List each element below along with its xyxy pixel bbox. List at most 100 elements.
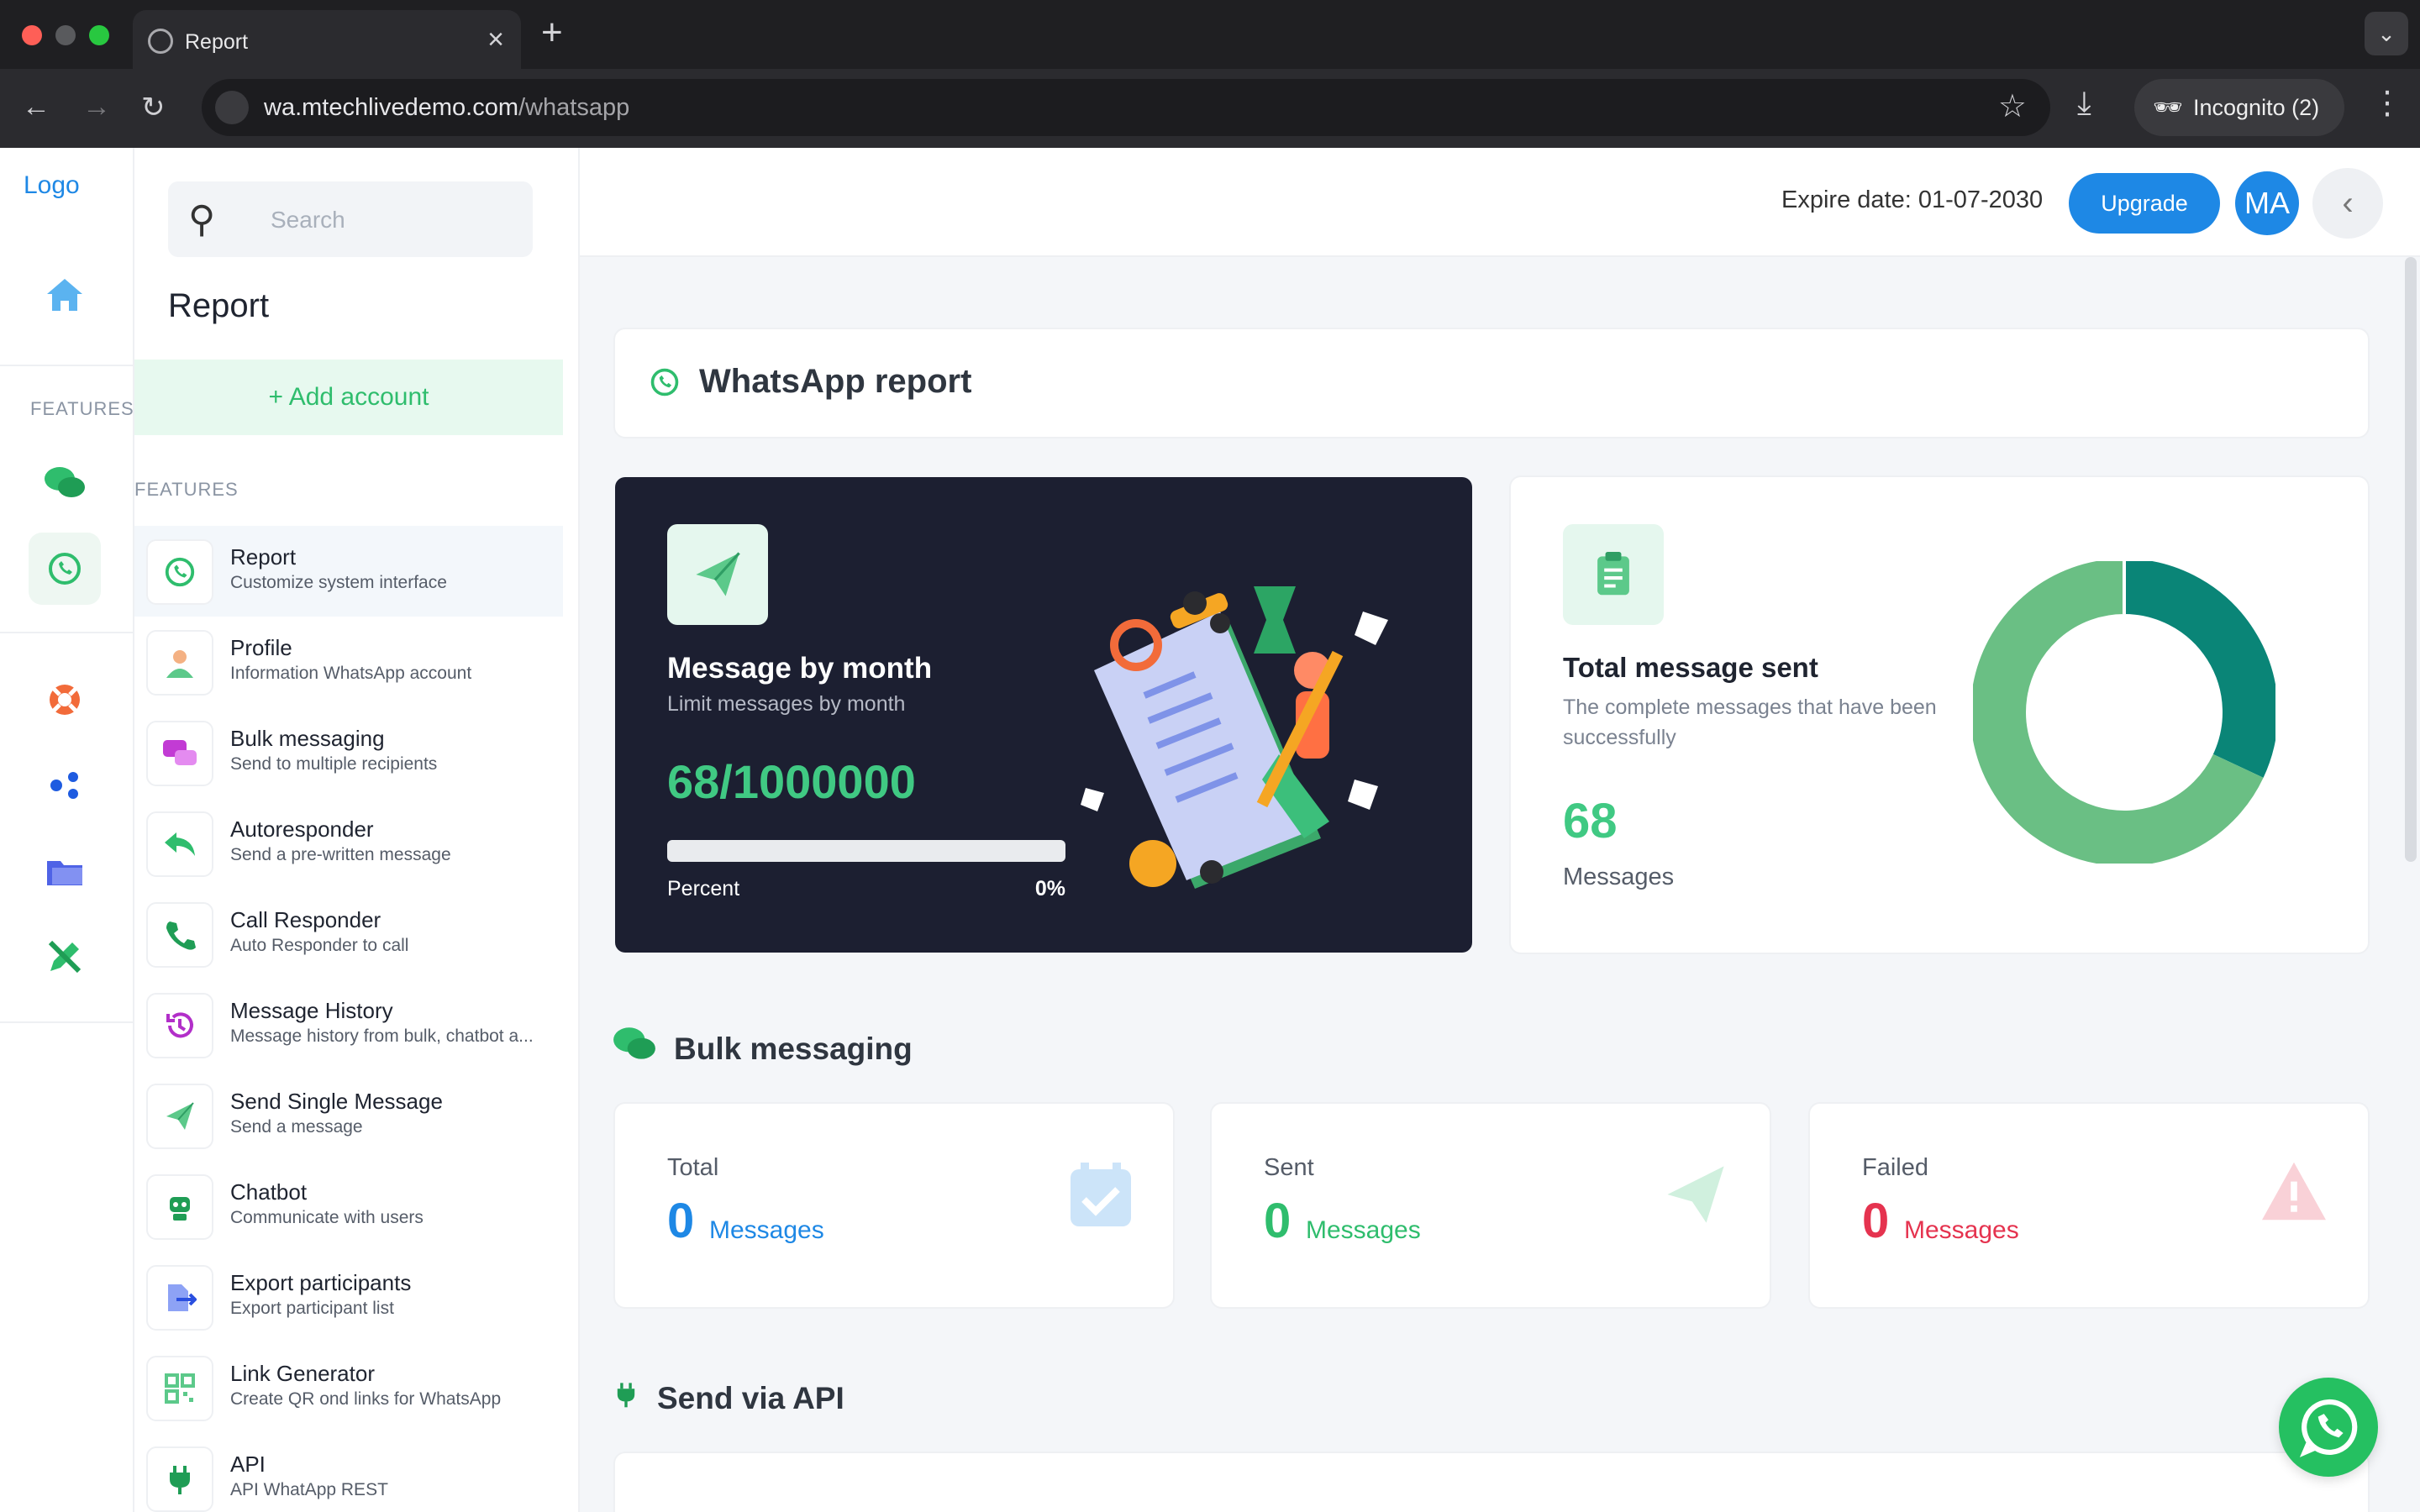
qr-icon <box>146 1356 213 1421</box>
sidebar-item-report[interactable]: Report Customize system interface <box>134 526 563 617</box>
sidebar-item-subtitle: Customize system interface <box>230 573 447 592</box>
collapse-chevron-icon[interactable]: ‹ <box>2312 168 2383 239</box>
chat-bubbles-icon <box>612 1025 657 1072</box>
monthly-subtitle: Limit messages by month <box>667 692 906 716</box>
browser-tab[interactable]: Report × <box>133 10 521 69</box>
sidebar-item-title: Report <box>230 544 297 570</box>
stat-unit: Messages <box>709 1216 824 1244</box>
paper-plane-icon <box>667 524 768 625</box>
top-header: Expire date: 01-07-2030 Upgrade MA ‹ <box>580 148 2420 257</box>
sidebar-item-profile[interactable]: Profile Information WhatsApp account <box>134 617 563 707</box>
more-menu-icon[interactable]: ⋮ <box>2371 84 2403 122</box>
user-icon <box>146 630 213 696</box>
sidebar-item-send-single-message[interactable]: Send Single Message Send a message <box>134 1070 563 1161</box>
close-window-button[interactable] <box>22 25 42 45</box>
sidebar-item-title: Profile <box>230 635 292 660</box>
bulk-sent-card: Sent 0 Messages <box>1210 1102 1771 1309</box>
sidebar-item-subtitle: Auto Responder to call <box>230 936 409 955</box>
minimize-window-button[interactable] <box>55 25 76 45</box>
network-icon[interactable] <box>29 749 101 822</box>
sidebar-item-bulk-messaging[interactable]: Bulk messaging Send to multiple recipien… <box>134 707 563 798</box>
avatar[interactable]: MA <box>2235 171 2299 235</box>
percent-label: Percent <box>667 877 740 900</box>
bulk-failed-card: Failed 0 Messages <box>1808 1102 2370 1309</box>
rail-divider <box>0 365 134 366</box>
sidebar-item-title: Export participants <box>230 1270 412 1295</box>
sidebar: ⚲ Search Report + Add account FEATURES R… <box>134 148 580 1512</box>
home-icon[interactable] <box>29 259 101 331</box>
tab-close-icon[interactable]: × <box>487 24 504 56</box>
upgrade-button[interactable]: Upgrade <box>2069 173 2220 234</box>
url-host: wa.mtechlivedemo.com <box>264 94 518 121</box>
maximize-window-button[interactable] <box>89 25 109 45</box>
sidebar-item-api[interactable]: API API WhatApp REST <box>134 1433 563 1512</box>
stat-value: 0 <box>1862 1194 1890 1248</box>
lifebuoy-icon[interactable] <box>29 664 101 736</box>
folder-icon[interactable] <box>29 835 101 907</box>
search-icon: ⚲ <box>188 199 216 240</box>
monthly-progress-bar <box>667 840 1065 862</box>
phone-icon <box>146 902 213 968</box>
paper-plane-icon <box>1660 1159 1731 1246</box>
robot-icon <box>146 1174 213 1240</box>
total-title: Total message sent <box>1563 652 1818 683</box>
bulk-section-title: Bulk messaging <box>674 1032 913 1066</box>
sidebar-item-subtitle: Information WhatsApp account <box>230 664 472 683</box>
donut-segment-dark <box>2123 561 2275 778</box>
whatsapp-icon <box>146 539 213 605</box>
monthly-title: Message by month <box>667 652 933 685</box>
download-icon[interactable]: ⤓ <box>2077 86 2091 122</box>
address-bar[interactable]: wa.mtechlivedemo.com/whatsapp ☆ <box>202 79 2050 136</box>
reload-icon[interactable]: ↻ <box>141 91 166 124</box>
site-info-icon[interactable] <box>215 91 249 124</box>
logo[interactable]: Logo <box>24 171 80 200</box>
calendar-check-icon <box>1067 1159 1134 1246</box>
sidebar-item-message-history[interactable]: Message History Message history from bul… <box>134 979 563 1070</box>
rail-divider <box>0 1021 134 1023</box>
sidebar-item-export-participants[interactable]: Export participants Export participant l… <box>134 1252 563 1342</box>
export-icon <box>146 1265 213 1331</box>
tab-title: Report <box>185 30 249 54</box>
percent-value: 0% <box>1034 877 1065 900</box>
incognito-icon: 🕶 <box>2153 94 2183 120</box>
chevron-down-icon[interactable]: ⌄ <box>2365 12 2408 55</box>
sidebar-item-title: Link Generator <box>230 1361 375 1386</box>
bookmark-star-icon[interactable]: ☆ <box>1998 87 2027 125</box>
url-path: /whatsapp <box>518 94 630 121</box>
main-scrollbar[interactable] <box>2405 257 2417 862</box>
sidebar-item-title: Autoresponder <box>230 816 374 842</box>
sidebar-item-chatbot[interactable]: Chatbot Communicate with users <box>134 1161 563 1252</box>
sidebar-item-autoresponder[interactable]: Autoresponder Send a pre-written message <box>134 798 563 889</box>
forward-arrow-icon[interactable]: → <box>82 91 111 123</box>
stat-unit: Messages <box>1904 1216 2019 1244</box>
search-input[interactable]: Search <box>271 207 345 234</box>
sidebar-item-subtitle: Send a pre-written message <box>230 845 451 864</box>
sidebar-item-call-responder[interactable]: Call Responder Auto Responder to call <box>134 889 563 979</box>
total-message-card: Total message sent The complete messages… <box>1509 475 2370 954</box>
incognito-badge[interactable]: 🕶 Incognito (2) <box>2134 79 2344 136</box>
sidebar-item-subtitle: Create QR ond links for WhatsApp <box>230 1389 502 1409</box>
sidebar-page-title: Report <box>168 287 270 324</box>
sidebar-item-subtitle: Send a message <box>230 1117 363 1137</box>
total-unit: Messages <box>1563 864 1675 890</box>
back-arrow-icon[interactable]: ← <box>22 91 50 123</box>
tab-strip: Report × + ⌄ <box>0 0 2420 69</box>
stat-value: 0 <box>1264 1194 1292 1248</box>
stat-label: Sent <box>1264 1154 1314 1181</box>
new-tab-icon[interactable]: + <box>541 12 563 54</box>
whatsapp-icon[interactable] <box>29 533 101 605</box>
sidebar-item-subtitle: Communicate with users <box>230 1208 424 1227</box>
report-title-card: WhatsApp report <box>613 328 2370 438</box>
whatsapp-chat-button[interactable] <box>2279 1378 2378 1477</box>
clipboard-icon <box>1563 524 1664 625</box>
add-account-button[interactable]: + Add account <box>134 360 563 435</box>
search-box[interactable]: ⚲ Search <box>168 181 533 257</box>
report-illustration <box>1081 586 1388 889</box>
incognito-label: Incognito (2) <box>2193 95 2320 120</box>
reply-icon <box>146 811 213 877</box>
api-card <box>613 1452 2370 1512</box>
sidebar-item-link-generator[interactable]: Link Generator Create QR ond links for W… <box>134 1342 563 1433</box>
pencil-ruler-icon[interactable] <box>29 921 101 993</box>
whatsapp-icon <box>649 366 681 406</box>
chat-bubbles-icon[interactable] <box>29 447 101 519</box>
